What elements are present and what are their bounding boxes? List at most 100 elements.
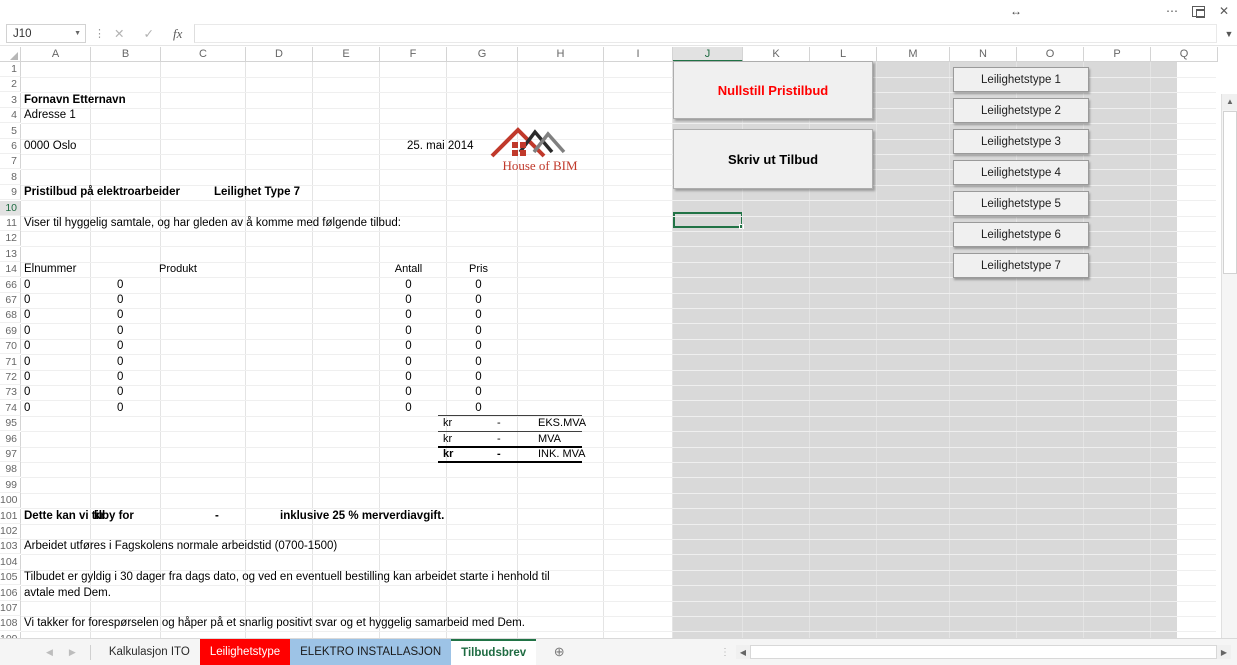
row-header-103[interactable]: 103: [0, 539, 21, 554]
column-header-f[interactable]: F: [380, 47, 447, 62]
row-header-70[interactable]: 70: [0, 339, 21, 354]
cell-pris-72: 0: [475, 371, 482, 383]
row-header-95[interactable]: 95: [0, 416, 21, 431]
scroll-left-icon[interactable]: ◀: [736, 648, 750, 657]
column-header-d[interactable]: D: [246, 47, 313, 62]
column-header-p[interactable]: P: [1084, 47, 1151, 62]
status-bar-handle[interactable]: ⋮: [720, 647, 730, 658]
confirm-check-icon[interactable]: ✓: [143, 26, 153, 41]
row-header-101[interactable]: 101: [0, 509, 21, 524]
vertical-scroll-thumb[interactable]: [1223, 111, 1237, 274]
nullstill-pristilbud-button[interactable]: Nullstill Pristilbud: [673, 61, 873, 119]
row-header-10[interactable]: 10: [0, 201, 21, 216]
worksheet-grid: ABCDEFGHIJKLMNOPQ 1 2 3 4 5 6 7 8 9 10 11 12 13 14 66 6…: [0, 47, 1237, 665]
cell-offer-currency: kr: [94, 510, 105, 522]
grid-line-horizontal: [21, 339, 1216, 340]
row-header-14[interactable]: 14: [0, 262, 21, 277]
leilighetstype-6-button[interactable]: Leilighetstype 6: [953, 222, 1089, 247]
leilighetstype-4-button[interactable]: Leilighetstype 4: [953, 160, 1089, 185]
column-header-l[interactable]: L: [810, 47, 877, 62]
row-header-74[interactable]: 74: [0, 401, 21, 416]
leilighetstype-3-button[interactable]: Leilighetstype 3: [953, 129, 1089, 154]
sheet-tab-tilbudsbrev[interactable]: Tilbudsbrev: [451, 638, 537, 665]
insert-function-icon[interactable]: fx: [173, 26, 182, 42]
formula-input[interactable]: [194, 24, 1217, 43]
column-header-j[interactable]: J: [673, 47, 743, 62]
row-header-13[interactable]: 13: [0, 247, 21, 262]
row-header-106[interactable]: 106: [0, 586, 21, 601]
sheet-tab-leilighetstype[interactable]: Leilighetstype: [199, 638, 291, 665]
horizontal-scrollbar[interactable]: ◀ ▶: [736, 645, 1231, 659]
row-header-105[interactable]: 105: [0, 570, 21, 585]
vertical-scrollbar[interactable]: ▲ ▼: [1221, 94, 1237, 665]
row-header-66[interactable]: 66: [0, 278, 21, 293]
row-header-72[interactable]: 72: [0, 370, 21, 385]
scroll-right-icon[interactable]: ▶: [1217, 648, 1231, 657]
column-header-k[interactable]: K: [743, 47, 810, 62]
cell-elnummer-74: 0: [24, 402, 31, 414]
row-header-104[interactable]: 104: [0, 555, 21, 570]
scroll-up-icon[interactable]: ▲: [1222, 94, 1237, 110]
cell-produkt-72: 0: [117, 371, 124, 383]
row-header-8[interactable]: 8: [0, 170, 21, 185]
leilighetstype-2-button[interactable]: Leilighetstype 2: [953, 98, 1089, 123]
leilighetstype-7-button[interactable]: Leilighetstype 7: [953, 253, 1089, 278]
cancel-icon[interactable]: ✕: [114, 26, 124, 41]
column-header-q[interactable]: Q: [1151, 47, 1218, 62]
leilighetstype-1-button[interactable]: Leilighetstype 1: [953, 67, 1089, 92]
skriv-ut-tilbud-button[interactable]: Skriv ut Tilbud: [673, 129, 873, 189]
row-header-100[interactable]: 100: [0, 493, 21, 508]
row-header-99[interactable]: 99: [0, 478, 21, 493]
cell-pris-70: 0: [475, 340, 482, 352]
row-header-9[interactable]: 9: [0, 185, 21, 200]
row-header-102[interactable]: 102: [0, 524, 21, 539]
chevron-down-icon[interactable]: ▼: [74, 30, 81, 37]
row-header-6[interactable]: 6: [0, 139, 21, 154]
column-header-n[interactable]: N: [950, 47, 1017, 62]
selected-cell-j10[interactable]: [673, 212, 744, 229]
column-header-e[interactable]: E: [313, 47, 380, 62]
row-header-67[interactable]: 67: [0, 293, 21, 308]
sheet-tab-elektro-installasjon[interactable]: ELEKTRO INSTALLASJON: [290, 638, 452, 665]
row-header-7[interactable]: 7: [0, 154, 21, 169]
row-header-5[interactable]: 5: [0, 124, 21, 139]
row-header-69[interactable]: 69: [0, 324, 21, 339]
row-header-2[interactable]: 2: [0, 77, 21, 92]
row-header-73[interactable]: 73: [0, 385, 21, 400]
row-header-98[interactable]: 98: [0, 462, 21, 477]
column-header-m[interactable]: M: [877, 47, 950, 62]
ellipsis-icon[interactable]: ⋯: [1166, 5, 1178, 17]
column-header-b[interactable]: B: [91, 47, 161, 62]
restore-window-icon[interactable]: [1191, 5, 1205, 18]
leilighetstype-5-button[interactable]: Leilighetstype 5: [953, 191, 1089, 216]
row-header-71[interactable]: 71: [0, 355, 21, 370]
row-header-107[interactable]: 107: [0, 601, 21, 616]
formula-bar-overflow-icon[interactable]: ⋮: [94, 27, 105, 40]
expand-formula-bar-icon[interactable]: ▼: [1221, 29, 1237, 39]
sheet-tab-kalkulasjon-ito[interactable]: Kalkulasjon ITO: [98, 638, 200, 665]
next-sheet-icon[interactable]: ▶: [69, 647, 76, 658]
add-sheet-icon[interactable]: ⊕: [550, 644, 568, 660]
row-header-96[interactable]: 96: [0, 432, 21, 447]
row-header-1[interactable]: 1: [0, 62, 21, 77]
row-header-68[interactable]: 68: [0, 308, 21, 323]
name-box[interactable]: J10 ▼: [6, 24, 86, 43]
column-header-a[interactable]: A: [21, 47, 91, 62]
column-header-h[interactable]: H: [518, 47, 604, 62]
row-header-3[interactable]: 3: [0, 93, 21, 108]
row-header-108[interactable]: 108: [0, 616, 21, 631]
select-all-corner[interactable]: [0, 47, 21, 62]
column-header-c[interactable]: C: [161, 47, 246, 62]
row-header-11[interactable]: 11: [0, 216, 21, 231]
cell-produkt-71: 0: [117, 356, 124, 368]
previous-sheet-icon[interactable]: ◀: [46, 647, 53, 658]
column-header-o[interactable]: O: [1017, 47, 1084, 62]
row-header-12[interactable]: 12: [0, 231, 21, 246]
close-icon[interactable]: ✕: [1219, 5, 1229, 17]
row-header-97[interactable]: 97: [0, 447, 21, 462]
column-header-g[interactable]: G: [447, 47, 518, 62]
horizontal-scroll-thumb[interactable]: [750, 645, 1217, 659]
row-header-4[interactable]: 4: [0, 108, 21, 123]
cell-header-elnummer: Elnummer: [24, 263, 77, 275]
column-header-i[interactable]: I: [604, 47, 673, 62]
